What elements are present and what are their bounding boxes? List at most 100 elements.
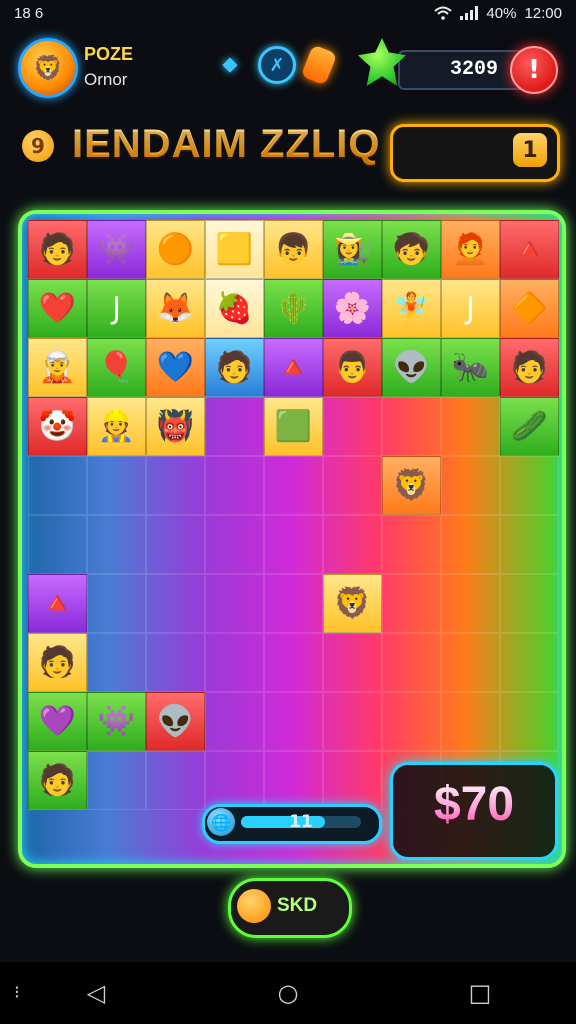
empty-tile-slot[interactable] — [205, 456, 264, 515]
empty-tile-slot[interactable] — [28, 456, 87, 515]
empty-tile-slot[interactable] — [87, 515, 146, 574]
puzzle-tile[interactable]: 🧑 — [205, 338, 264, 397]
puzzle-tile[interactable]: 🧑 — [500, 338, 559, 397]
empty-tile-slot[interactable] — [205, 633, 264, 692]
puzzle-tile[interactable]: 🎈 — [87, 338, 146, 397]
empty-tile-slot[interactable] — [146, 633, 205, 692]
level-indicator[interactable]: 1 — [390, 124, 560, 182]
puzzle-tile[interactable]: 🟩 — [264, 397, 323, 456]
puzzle-tile[interactable]: 👹 — [146, 397, 205, 456]
empty-tile-slot[interactable] — [323, 456, 382, 515]
empty-tile-slot[interactable] — [146, 456, 205, 515]
empty-tile-slot[interactable] — [205, 515, 264, 574]
empty-tile-slot[interactable] — [441, 515, 500, 574]
puzzle-tile[interactable]: 🔺 — [264, 338, 323, 397]
puzzle-tile[interactable]: J — [87, 279, 146, 338]
skip-button[interactable]: SKD — [228, 878, 352, 938]
empty-tile-slot[interactable] — [28, 515, 87, 574]
puzzle-tile[interactable]: 🥒 — [500, 397, 559, 456]
empty-tile-slot[interactable] — [382, 692, 441, 751]
empty-tile-slot[interactable] — [87, 574, 146, 633]
puzzle-tile[interactable]: 🦁 — [382, 456, 441, 515]
empty-tile-slot[interactable] — [87, 633, 146, 692]
puzzle-tile[interactable]: 👽 — [146, 692, 205, 751]
puzzle-tile[interactable]: J — [441, 279, 500, 338]
empty-tile-slot[interactable] — [441, 692, 500, 751]
empty-tile-slot[interactable] — [441, 456, 500, 515]
puzzle-tile[interactable]: 🟨 — [205, 220, 264, 279]
puzzle-tile[interactable]: 🧝 — [28, 338, 87, 397]
empty-tile-slot[interactable] — [205, 751, 264, 810]
empty-tile-slot[interactable] — [441, 397, 500, 456]
puzzle-tile[interactable]: 🍓 — [205, 279, 264, 338]
empty-tile-slot[interactable] — [264, 692, 323, 751]
empty-tile-slot[interactable] — [146, 574, 205, 633]
empty-tile-slot[interactable] — [323, 515, 382, 574]
puzzle-tile[interactable]: 💜 — [28, 692, 87, 751]
back-icon[interactable]: ◁ — [76, 973, 116, 1013]
puzzle-tile[interactable]: 👽 — [382, 338, 441, 397]
puzzle-tile[interactable]: 👩‍🌾 — [323, 220, 382, 279]
puzzle-tile[interactable]: 🧑‍🦰 — [441, 220, 500, 279]
lightning-boost-icon[interactable]: ⬥ — [212, 46, 248, 82]
swap-boost-icon[interactable]: ✗ — [258, 46, 296, 84]
puzzle-tile[interactable]: 🌵 — [264, 279, 323, 338]
empty-tile-slot[interactable] — [500, 456, 559, 515]
recents-icon[interactable]: □ — [460, 973, 500, 1013]
title-row: 9 IENDAIM ZZLIQ 1 — [18, 118, 560, 184]
puzzle-tile[interactable]: 🔺 — [28, 574, 87, 633]
puzzle-tile[interactable]: 👷 — [87, 397, 146, 456]
empty-tile-slot[interactable] — [382, 574, 441, 633]
empty-tile-slot[interactable] — [264, 456, 323, 515]
empty-tile-slot[interactable] — [382, 633, 441, 692]
empty-tile-slot[interactable] — [205, 692, 264, 751]
menu-icon[interactable]: ⁝ — [14, 982, 20, 1003]
puzzle-tile[interactable]: 🦁 — [323, 574, 382, 633]
empty-tile-slot[interactable] — [500, 574, 559, 633]
empty-tile-slot[interactable] — [205, 397, 264, 456]
empty-tile-slot[interactable] — [87, 456, 146, 515]
puzzle-tile[interactable]: 🔶 — [500, 279, 559, 338]
puzzle-tile[interactable]: 🧑 — [28, 751, 87, 810]
puzzle-tile[interactable]: 🔺 — [500, 220, 559, 279]
puzzle-tile[interactable]: 🧑 — [28, 220, 87, 279]
puzzle-tile[interactable]: 🟠 — [146, 220, 205, 279]
puzzle-tile[interactable]: 👾 — [87, 220, 146, 279]
puzzle-tile[interactable]: ❤️ — [28, 279, 87, 338]
puzzle-tile[interactable]: 💙 — [146, 338, 205, 397]
empty-tile-slot[interactable] — [264, 574, 323, 633]
wifi-icon — [434, 6, 453, 20]
empty-tile-slot[interactable] — [146, 751, 205, 810]
empty-tile-slot[interactable] — [323, 397, 382, 456]
candy-boost-icon[interactable] — [300, 44, 338, 86]
empty-tile-slot[interactable] — [382, 397, 441, 456]
puzzle-tile[interactable]: 👦 — [264, 220, 323, 279]
puzzle-tile[interactable]: 👨 — [323, 338, 382, 397]
player-avatar[interactable]: 🦁 — [18, 38, 78, 98]
puzzle-tile[interactable]: 🌸 — [323, 279, 382, 338]
empty-tile-slot[interactable] — [205, 574, 264, 633]
puzzle-tile[interactable]: 🦊 — [146, 279, 205, 338]
empty-tile-slot[interactable] — [500, 515, 559, 574]
empty-tile-slot[interactable] — [87, 751, 146, 810]
empty-tile-slot[interactable] — [441, 633, 500, 692]
puzzle-tile[interactable]: 🧚 — [382, 279, 441, 338]
empty-tile-slot[interactable] — [264, 751, 323, 810]
empty-tile-slot[interactable] — [323, 633, 382, 692]
empty-tile-slot[interactable] — [323, 692, 382, 751]
puzzle-tile[interactable]: 👾 — [87, 692, 146, 751]
puzzle-tile[interactable]: 🐜 — [441, 338, 500, 397]
puzzle-tile[interactable]: 🧑 — [28, 633, 87, 692]
empty-tile-slot[interactable] — [441, 574, 500, 633]
home-icon[interactable]: ○ — [268, 973, 308, 1013]
empty-tile-slot[interactable] — [323, 751, 382, 810]
puzzle-tile[interactable]: 🧒 — [382, 220, 441, 279]
puzzle-tile[interactable]: 🤡 — [28, 397, 87, 456]
empty-tile-slot[interactable] — [146, 515, 205, 574]
empty-tile-slot[interactable] — [382, 515, 441, 574]
empty-tile-slot[interactable] — [500, 633, 559, 692]
empty-tile-slot[interactable] — [500, 692, 559, 751]
alert-button[interactable]: ! — [510, 46, 558, 94]
empty-tile-slot[interactable] — [264, 515, 323, 574]
empty-tile-slot[interactable] — [264, 633, 323, 692]
